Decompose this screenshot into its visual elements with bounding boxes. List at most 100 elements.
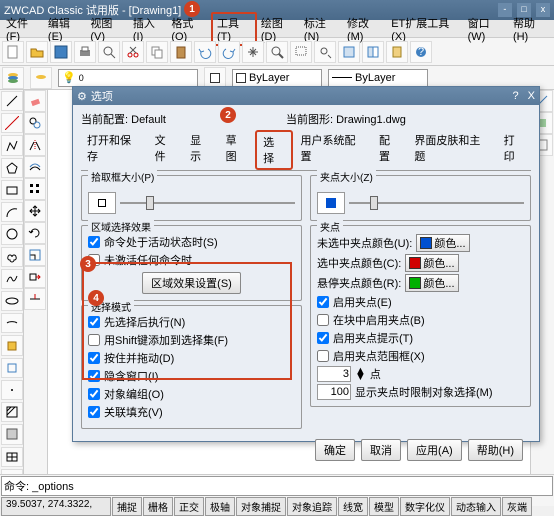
rectangle-icon[interactable] bbox=[1, 180, 23, 200]
circle-icon[interactable] bbox=[1, 224, 23, 244]
tab-files[interactable]: 文件 bbox=[149, 130, 182, 170]
cancel-button[interactable]: 取消 bbox=[361, 439, 401, 461]
spin-down-icon[interactable]: ▼ bbox=[355, 374, 366, 380]
status-ortho[interactable]: 正交 bbox=[174, 497, 204, 516]
status-tablet[interactable]: 数字化仪 bbox=[400, 497, 450, 516]
menu-file[interactable]: 文件(F) bbox=[2, 14, 44, 44]
menu-edit[interactable]: 编辑(E) bbox=[44, 14, 86, 44]
grip-block-check[interactable] bbox=[317, 314, 329, 326]
copy-obj-icon[interactable] bbox=[24, 112, 46, 134]
menu-insert[interactable]: 插入(I) bbox=[129, 14, 167, 44]
tab-print[interactable]: 打印 bbox=[498, 130, 531, 170]
dialog-close-icon[interactable]: X bbox=[528, 90, 535, 102]
save-icon[interactable] bbox=[50, 41, 72, 63]
layer-manager-icon[interactable] bbox=[2, 67, 24, 89]
undo-icon[interactable] bbox=[194, 41, 216, 63]
dialog-help-icon[interactable]: ? bbox=[512, 90, 518, 102]
copy-icon[interactable] bbox=[146, 41, 168, 63]
polygon-icon[interactable] bbox=[1, 158, 23, 178]
tab-skin[interactable]: 界面皮肤和主题 bbox=[408, 130, 495, 170]
tab-profiles[interactable]: 配置 bbox=[373, 130, 406, 170]
pline-icon[interactable] bbox=[1, 135, 23, 155]
color-combo[interactable]: ByLayer bbox=[232, 69, 322, 87]
ellipse-icon[interactable] bbox=[1, 291, 23, 311]
menu-view[interactable]: 视图(V) bbox=[86, 14, 128, 44]
paste-icon[interactable] bbox=[170, 41, 192, 63]
pan-icon[interactable] bbox=[242, 41, 264, 63]
menu-window[interactable]: 窗口(W) bbox=[464, 14, 509, 44]
spline-icon[interactable] bbox=[1, 269, 23, 289]
cut-icon[interactable] bbox=[122, 41, 144, 63]
block-icon[interactable] bbox=[1, 358, 23, 378]
new-icon[interactable] bbox=[2, 41, 24, 63]
offset-icon[interactable] bbox=[24, 156, 46, 178]
stretch-icon[interactable] bbox=[24, 266, 46, 288]
apply-button[interactable]: 应用(A) bbox=[407, 439, 462, 461]
menu-dimension[interactable]: 标注(N) bbox=[300, 14, 343, 44]
zoom-window-icon[interactable] bbox=[290, 41, 312, 63]
array-icon[interactable] bbox=[24, 178, 46, 200]
insert-icon[interactable] bbox=[1, 335, 23, 355]
rotate-icon[interactable] bbox=[24, 222, 46, 244]
status-grid[interactable]: 栅格 bbox=[143, 497, 173, 516]
revcloud-icon[interactable] bbox=[1, 247, 23, 267]
preview-icon[interactable] bbox=[98, 41, 120, 63]
linetype-combo[interactable]: ByLayer bbox=[328, 69, 428, 87]
move-icon[interactable] bbox=[24, 200, 46, 222]
grip-tips-check[interactable] bbox=[317, 332, 329, 344]
status-dyn[interactable]: 动态输入 bbox=[451, 497, 501, 516]
zoom-prev-icon[interactable] bbox=[314, 41, 336, 63]
status-snap[interactable]: 捕捉 bbox=[112, 497, 142, 516]
grip-enable-check[interactable] bbox=[317, 296, 329, 308]
command-line[interactable]: 命令: _options bbox=[1, 476, 553, 496]
gripsize-slider[interactable] bbox=[349, 202, 524, 204]
grip-limit-input[interactable] bbox=[317, 384, 351, 400]
xline-icon[interactable] bbox=[1, 113, 23, 133]
zoom-icon[interactable] bbox=[266, 41, 288, 63]
help-icon[interactable]: ? bbox=[410, 41, 432, 63]
tab-user[interactable]: 用户系统配置 bbox=[295, 130, 371, 170]
status-polar[interactable]: 极轴 bbox=[205, 497, 235, 516]
status-otrack[interactable]: 对象追踪 bbox=[287, 497, 337, 516]
menu-format[interactable]: 格式(O) bbox=[167, 14, 211, 44]
status-lwt[interactable]: 线宽 bbox=[338, 497, 368, 516]
calc-icon[interactable] bbox=[386, 41, 408, 63]
menu-modify[interactable]: 修改(M) bbox=[343, 14, 387, 44]
mirror-icon[interactable] bbox=[24, 134, 46, 156]
open-icon[interactable] bbox=[26, 41, 48, 63]
grip-unsel-color-button[interactable]: 颜色... bbox=[416, 234, 469, 252]
line-icon[interactable] bbox=[1, 91, 23, 111]
tab-selection[interactable]: 选择 bbox=[255, 130, 292, 170]
hatch-icon[interactable] bbox=[1, 402, 23, 422]
ellipse-arc-icon[interactable] bbox=[1, 313, 23, 333]
layer-state-icon[interactable] bbox=[30, 67, 52, 89]
scale-icon[interactable] bbox=[24, 244, 46, 266]
point-icon[interactable] bbox=[1, 380, 23, 400]
sm-group-check[interactable] bbox=[88, 388, 100, 400]
menu-draw[interactable]: 绘图(D) bbox=[257, 14, 300, 44]
tab-drafting[interactable]: 草图 bbox=[220, 130, 253, 170]
grip-spin-input[interactable] bbox=[317, 366, 351, 382]
print-icon[interactable] bbox=[74, 41, 96, 63]
sm-hatch-check[interactable] bbox=[88, 406, 100, 418]
status-osnap[interactable]: 对象捕捉 bbox=[236, 497, 286, 516]
tab-display[interactable]: 显示 bbox=[184, 130, 217, 170]
tool-palette-icon[interactable] bbox=[362, 41, 384, 63]
arc-icon[interactable] bbox=[1, 202, 23, 222]
erase-icon[interactable] bbox=[24, 90, 46, 112]
grip-hover-color-button[interactable]: 颜色... bbox=[405, 274, 458, 292]
status-model[interactable]: 模型 bbox=[369, 497, 399, 516]
menu-help[interactable]: 帮助(H) bbox=[509, 14, 552, 44]
region-icon[interactable] bbox=[1, 424, 23, 444]
help-button[interactable]: 帮助(H) bbox=[468, 439, 523, 461]
grip-range-check[interactable] bbox=[317, 350, 329, 362]
status-end[interactable]: 灰端 bbox=[502, 497, 532, 516]
menu-et[interactable]: ET扩展工具(X) bbox=[387, 14, 463, 44]
table-icon[interactable] bbox=[1, 447, 23, 467]
properties-icon[interactable] bbox=[338, 41, 360, 63]
grip-sel-color-button[interactable]: 颜色... bbox=[405, 254, 458, 272]
redo-icon[interactable] bbox=[218, 41, 240, 63]
trim-icon[interactable] bbox=[24, 288, 46, 310]
ok-button[interactable]: 确定 bbox=[315, 439, 355, 461]
layer-combo[interactable]: 💡 0 bbox=[58, 69, 198, 87]
